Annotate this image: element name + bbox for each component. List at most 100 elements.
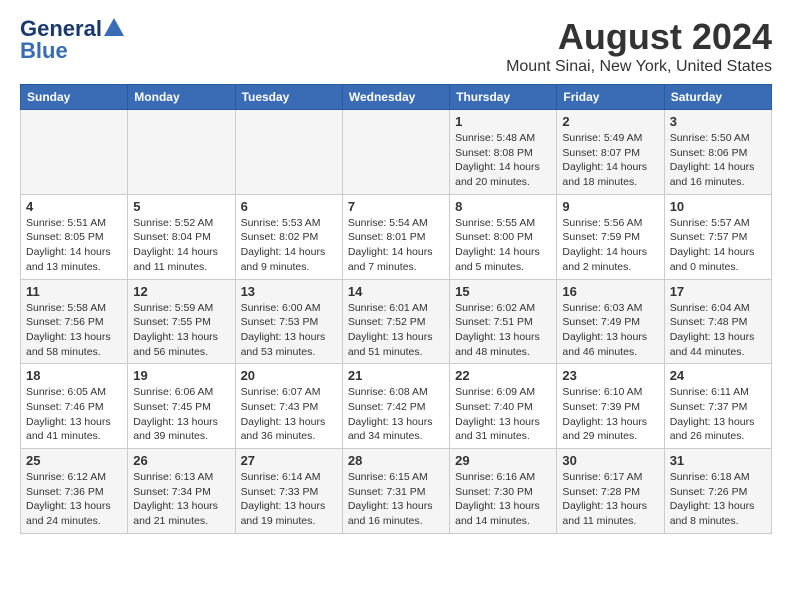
day-cell: 24 Sunrise: 6:11 AM Sunset: 7:37 PM Dayli… [664, 364, 771, 449]
day-info: Sunrise: 5:53 AM Sunset: 8:02 PM Dayligh… [241, 216, 337, 275]
day-cell: 6 Sunrise: 5:53 AM Sunset: 8:02 PM Daylig… [235, 194, 342, 279]
day-number: 13 [241, 284, 337, 299]
day-cell: 20 Sunrise: 6:07 AM Sunset: 7:43 PM Dayli… [235, 364, 342, 449]
page-header: General Blue August 2024 Mount Sinai, Ne… [20, 16, 772, 76]
week-row-2: 4Sunrise: 5:51 AM Sunset: 8:05 PM Daylig… [21, 194, 772, 279]
day-info: Sunrise: 6:12 AM Sunset: 7:36 PM Dayligh… [26, 470, 122, 529]
day-info: Sunrise: 6:08 AM Sunset: 7:42 PM Dayligh… [348, 385, 444, 444]
calendar-title: August 2024 [506, 16, 772, 58]
day-cell: 3 Sunrise: 5:50 AM Sunset: 8:06 PM Daylig… [664, 110, 771, 195]
day-number: 23 [562, 368, 658, 383]
day-cell: 25 Sunrise: 6:12 AM Sunset: 7:36 PM Dayli… [21, 449, 128, 534]
day-cell: 7 Sunrise: 5:54 AM Sunset: 8:01 PM Daylig… [342, 194, 449, 279]
day-number: 31 [670, 453, 766, 468]
day-info: Sunrise: 6:16 AM Sunset: 7:30 PM Dayligh… [455, 470, 551, 529]
week-row-3: 11Sunrise: 5:58 AM Sunset: 7:56 PM Dayli… [21, 279, 772, 364]
day-number: 24 [670, 368, 766, 383]
day-number: 7 [348, 199, 444, 214]
day-info: Sunrise: 5:49 AM Sunset: 8:07 PM Dayligh… [562, 131, 658, 190]
logo-blue: Blue [20, 38, 68, 64]
day-number: 19 [133, 368, 229, 383]
day-cell: 15 Sunrise: 6:02 AM Sunset: 7:51 PM Dayli… [450, 279, 557, 364]
day-cell [128, 110, 235, 195]
day-cell: 17 Sunrise: 6:04 AM Sunset: 7:48 PM Dayli… [664, 279, 771, 364]
day-cell: 22Sunrise: 6:09 AM Sunset: 7:40 PM Dayli… [450, 364, 557, 449]
day-number: 30 [562, 453, 658, 468]
week-row-1: 1Sunrise: 5:48 AM Sunset: 8:08 PM Daylig… [21, 110, 772, 195]
day-cell: 1Sunrise: 5:48 AM Sunset: 8:08 PM Daylig… [450, 110, 557, 195]
day-cell: 30 Sunrise: 6:17 AM Sunset: 7:28 PM Dayli… [557, 449, 664, 534]
day-number: 2 [562, 114, 658, 129]
day-number: 3 [670, 114, 766, 129]
title-block: August 2024 Mount Sinai, New York, Unite… [506, 16, 772, 76]
day-number: 9 [562, 199, 658, 214]
day-info: Sunrise: 5:55 AM Sunset: 8:00 PM Dayligh… [455, 216, 551, 275]
day-cell: 10Sunrise: 5:57 AM Sunset: 7:57 PM Dayli… [664, 194, 771, 279]
day-number: 18 [26, 368, 122, 383]
day-info: Sunrise: 6:11 AM Sunset: 7:37 PM Dayligh… [670, 385, 766, 444]
day-info: Sunrise: 6:14 AM Sunset: 7:33 PM Dayligh… [241, 470, 337, 529]
calendar-subtitle: Mount Sinai, New York, United States [506, 58, 772, 76]
day-cell: 21 Sunrise: 6:08 AM Sunset: 7:42 PM Dayli… [342, 364, 449, 449]
day-cell: 2 Sunrise: 5:49 AM Sunset: 8:07 PM Daylig… [557, 110, 664, 195]
day-info: Sunrise: 6:04 AM Sunset: 7:48 PM Dayligh… [670, 301, 766, 360]
week-row-5: 25 Sunrise: 6:12 AM Sunset: 7:36 PM Dayli… [21, 449, 772, 534]
day-info: Sunrise: 6:18 AM Sunset: 7:26 PM Dayligh… [670, 470, 766, 529]
header-row: Sunday Monday Tuesday Wednesday Thursday… [21, 85, 772, 110]
col-wednesday: Wednesday [342, 85, 449, 110]
day-info: Sunrise: 6:13 AM Sunset: 7:34 PM Dayligh… [133, 470, 229, 529]
day-info: Sunrise: 6:09 AM Sunset: 7:40 PM Dayligh… [455, 385, 551, 444]
day-number: 21 [348, 368, 444, 383]
day-cell: 23Sunrise: 6:10 AM Sunset: 7:39 PM Dayli… [557, 364, 664, 449]
day-number: 20 [241, 368, 337, 383]
day-cell: 9 Sunrise: 5:56 AM Sunset: 7:59 PM Daylig… [557, 194, 664, 279]
day-number: 12 [133, 284, 229, 299]
day-cell: 31 Sunrise: 6:18 AM Sunset: 7:26 PM Dayli… [664, 449, 771, 534]
day-number: 29 [455, 453, 551, 468]
col-friday: Friday [557, 85, 664, 110]
day-number: 8 [455, 199, 551, 214]
calendar-table: Sunday Monday Tuesday Wednesday Thursday… [20, 84, 772, 534]
day-info: Sunrise: 5:48 AM Sunset: 8:08 PM Dayligh… [455, 131, 551, 190]
day-info: Sunrise: 6:02 AM Sunset: 7:51 PM Dayligh… [455, 301, 551, 360]
day-cell: 18 Sunrise: 6:05 AM Sunset: 7:46 PM Dayli… [21, 364, 128, 449]
day-number: 15 [455, 284, 551, 299]
day-cell: 5Sunrise: 5:52 AM Sunset: 8:04 PM Daylig… [128, 194, 235, 279]
col-saturday: Saturday [664, 85, 771, 110]
day-cell: 19Sunrise: 6:06 AM Sunset: 7:45 PM Dayli… [128, 364, 235, 449]
day-cell: 29 Sunrise: 6:16 AM Sunset: 7:30 PM Dayli… [450, 449, 557, 534]
day-cell: 27Sunrise: 6:14 AM Sunset: 7:33 PM Dayli… [235, 449, 342, 534]
col-sunday: Sunday [21, 85, 128, 110]
logo: General Blue [20, 16, 124, 64]
day-number: 17 [670, 284, 766, 299]
day-number: 14 [348, 284, 444, 299]
day-number: 10 [670, 199, 766, 214]
day-cell: 16Sunrise: 6:03 AM Sunset: 7:49 PM Dayli… [557, 279, 664, 364]
day-info: Sunrise: 5:56 AM Sunset: 7:59 PM Dayligh… [562, 216, 658, 275]
day-cell [235, 110, 342, 195]
col-monday: Monday [128, 85, 235, 110]
day-cell [21, 110, 128, 195]
day-info: Sunrise: 5:54 AM Sunset: 8:01 PM Dayligh… [348, 216, 444, 275]
day-cell: 12Sunrise: 5:59 AM Sunset: 7:55 PM Dayli… [128, 279, 235, 364]
day-info: Sunrise: 5:52 AM Sunset: 8:04 PM Dayligh… [133, 216, 229, 275]
day-info: Sunrise: 6:01 AM Sunset: 7:52 PM Dayligh… [348, 301, 444, 360]
week-row-4: 18 Sunrise: 6:05 AM Sunset: 7:46 PM Dayli… [21, 364, 772, 449]
col-tuesday: Tuesday [235, 85, 342, 110]
day-cell: 8 Sunrise: 5:55 AM Sunset: 8:00 PM Daylig… [450, 194, 557, 279]
day-number: 25 [26, 453, 122, 468]
day-cell: 26Sunrise: 6:13 AM Sunset: 7:34 PM Dayli… [128, 449, 235, 534]
day-info: Sunrise: 6:00 AM Sunset: 7:53 PM Dayligh… [241, 301, 337, 360]
day-info: Sunrise: 5:50 AM Sunset: 8:06 PM Dayligh… [670, 131, 766, 190]
day-number: 6 [241, 199, 337, 214]
day-info: Sunrise: 6:15 AM Sunset: 7:31 PM Dayligh… [348, 470, 444, 529]
day-info: Sunrise: 6:17 AM Sunset: 7:28 PM Dayligh… [562, 470, 658, 529]
day-cell: 4Sunrise: 5:51 AM Sunset: 8:05 PM Daylig… [21, 194, 128, 279]
day-info: Sunrise: 6:07 AM Sunset: 7:43 PM Dayligh… [241, 385, 337, 444]
day-cell: 14 Sunrise: 6:01 AM Sunset: 7:52 PM Dayli… [342, 279, 449, 364]
day-number: 16 [562, 284, 658, 299]
day-number: 28 [348, 453, 444, 468]
day-cell [342, 110, 449, 195]
day-info: Sunrise: 6:05 AM Sunset: 7:46 PM Dayligh… [26, 385, 122, 444]
day-info: Sunrise: 5:58 AM Sunset: 7:56 PM Dayligh… [26, 301, 122, 360]
